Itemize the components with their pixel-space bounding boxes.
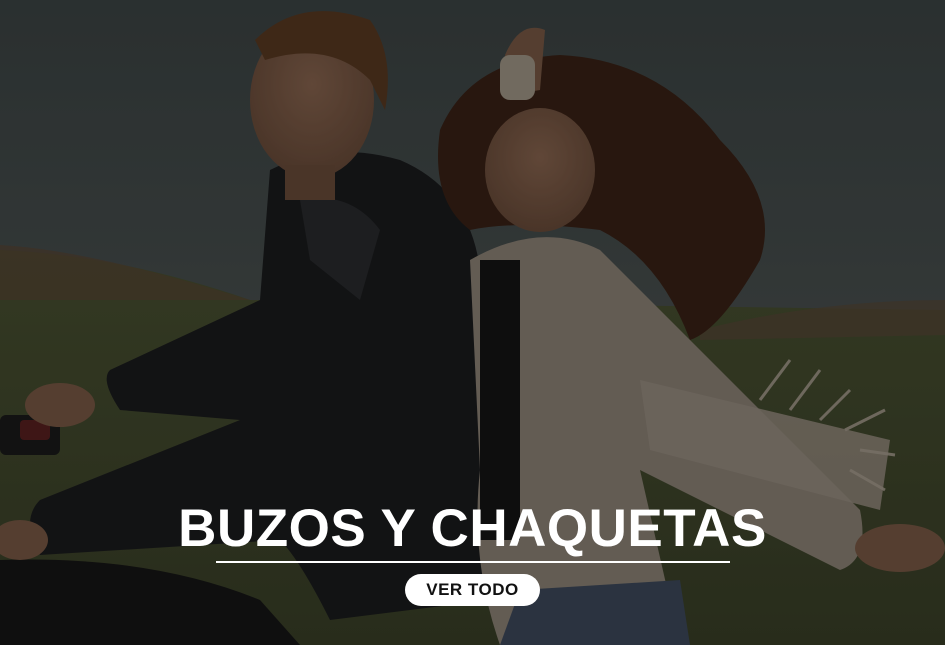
banner-title: BUZOS Y CHAQUETAS <box>178 499 767 558</box>
view-all-button[interactable]: VER TODO <box>405 574 540 606</box>
title-underline <box>216 561 730 563</box>
category-banner[interactable]: BUZOS Y CHAQUETAS VER TODO <box>0 0 945 645</box>
